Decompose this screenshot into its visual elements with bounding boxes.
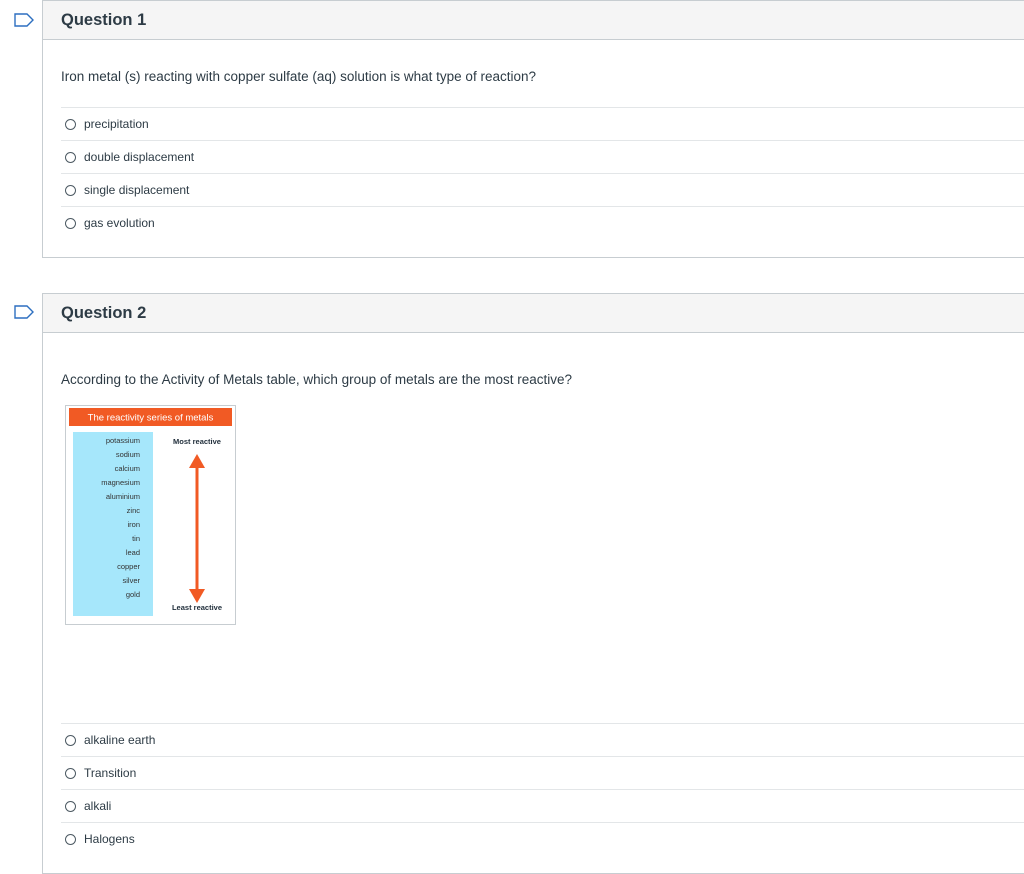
answer-option[interactable]: Halogens bbox=[61, 822, 1024, 855]
answer-label: alkali bbox=[84, 799, 112, 813]
question-title: Question 1 bbox=[61, 10, 147, 29]
radio-button[interactable] bbox=[65, 184, 76, 196]
answer-label: single displacement bbox=[84, 183, 190, 197]
question-2: Question 2 According to the Activity of … bbox=[42, 293, 1024, 874]
flag-question-2-icon[interactable] bbox=[14, 305, 34, 319]
answer-label: precipitation bbox=[84, 117, 149, 131]
answer-label: alkaline earth bbox=[84, 733, 156, 747]
answer-option[interactable]: alkali bbox=[61, 789, 1024, 822]
metal-lead: lead bbox=[126, 548, 140, 557]
question-1: Question 1 Iron metal (s) reacting with … bbox=[42, 0, 1024, 258]
answer-option[interactable]: single displacement bbox=[61, 173, 1024, 206]
most-reactive-label: Most reactive bbox=[173, 437, 221, 446]
metal-potassium: potassium bbox=[106, 436, 140, 445]
metal-calcium: calcium bbox=[115, 464, 140, 473]
question-header: Question 1 bbox=[43, 1, 1024, 40]
radio-button[interactable] bbox=[65, 767, 76, 779]
answer-option[interactable]: precipitation bbox=[61, 107, 1024, 140]
metal-magnesium: magnesium bbox=[101, 478, 140, 487]
metal-aluminium: aluminium bbox=[106, 492, 140, 501]
answer-option[interactable]: double displacement bbox=[61, 140, 1024, 173]
question-title: Question 2 bbox=[61, 303, 147, 322]
answer-option[interactable]: Transition bbox=[61, 756, 1024, 789]
answer-list: precipitation double displacement single… bbox=[61, 107, 1024, 239]
metals-list-box bbox=[73, 432, 153, 616]
radio-button[interactable] bbox=[65, 118, 76, 130]
radio-button[interactable] bbox=[65, 217, 76, 229]
answer-label: gas evolution bbox=[84, 216, 155, 230]
metal-gold: gold bbox=[126, 590, 140, 599]
answer-label: double displacement bbox=[84, 150, 195, 164]
radio-button[interactable] bbox=[65, 734, 76, 746]
flag-question-1-icon[interactable] bbox=[14, 13, 34, 27]
reactivity-series-figure: The reactivity series of metals potassiu… bbox=[65, 405, 236, 625]
question-text: Iron metal (s) reacting with copper sulf… bbox=[61, 69, 536, 84]
radio-button[interactable] bbox=[65, 833, 76, 845]
least-reactive-label: Least reactive bbox=[172, 603, 222, 612]
radio-button[interactable] bbox=[65, 800, 76, 812]
figure-title: The reactivity series of metals bbox=[88, 413, 214, 424]
metal-copper: copper bbox=[117, 562, 140, 571]
metal-silver: silver bbox=[122, 576, 140, 585]
question-text: According to the Activity of Metals tabl… bbox=[61, 372, 572, 387]
metal-zinc: zinc bbox=[127, 506, 141, 515]
radio-button[interactable] bbox=[65, 151, 76, 163]
metal-sodium: sodium bbox=[116, 450, 140, 459]
answer-label: Transition bbox=[84, 766, 137, 780]
metal-tin: tin bbox=[132, 534, 140, 543]
answer-label: Halogens bbox=[84, 832, 135, 846]
answer-option[interactable]: gas evolution bbox=[61, 206, 1024, 239]
answer-list: alkaline earth Transition alkali Halogen… bbox=[61, 723, 1024, 855]
question-header: Question 2 bbox=[43, 294, 1024, 333]
answer-option[interactable]: alkaline earth bbox=[61, 723, 1024, 756]
metal-iron: iron bbox=[127, 520, 140, 529]
